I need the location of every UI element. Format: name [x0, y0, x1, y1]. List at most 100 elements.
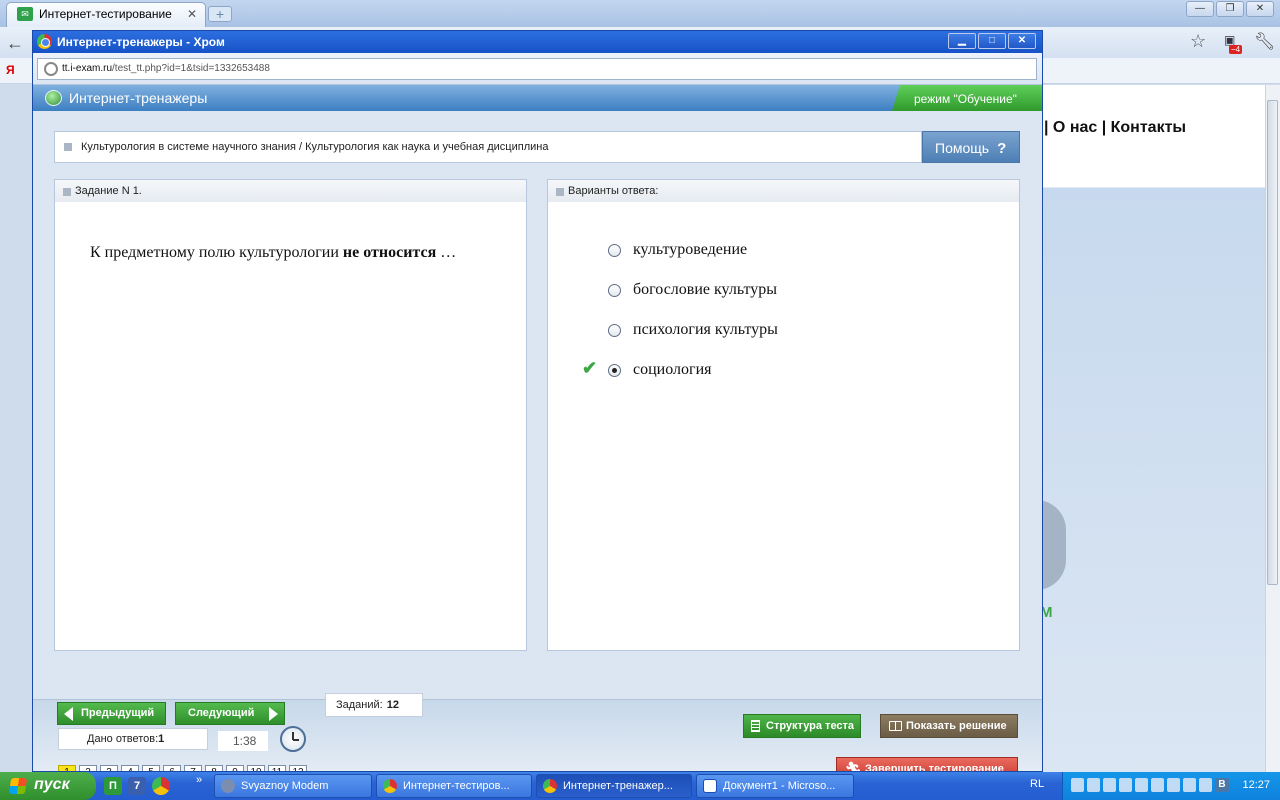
page-scrollbar-thumb[interactable] — [1267, 100, 1278, 585]
new-tab-button[interactable]: + — [208, 6, 232, 22]
task-number-pager: 1 2 3 4 5 6 7 8 9 10 11 12 — [58, 765, 307, 771]
language-indicator[interactable]: RL — [1030, 778, 1044, 790]
tasks-label: Заданий: — [336, 699, 383, 711]
task-number-6[interactable]: 6 — [163, 765, 181, 771]
tray-usb-icon[interactable] — [1167, 778, 1180, 792]
radio-button[interactable] — [608, 283, 621, 297]
tray-antivirus-icon[interactable] — [1087, 778, 1100, 792]
topic-text: Культурология в системе научного знания … — [81, 141, 549, 153]
task-number-10[interactable]: 10 — [247, 765, 265, 771]
answers-panel: Варианты ответа: культуроведение богосло… — [547, 179, 1020, 651]
start-button[interactable]: пуск — [0, 772, 96, 800]
answers-header-label: Варианты ответа: — [568, 185, 659, 197]
timer-display: 1:38 — [218, 731, 268, 751]
finish-test-button[interactable]: 🏃︎ Завершить тестирование — [836, 757, 1018, 772]
taskbar-button-chrome-testing[interactable]: Интернет-тестиров... — [376, 774, 532, 798]
tray-monitor-icon[interactable] — [1119, 778, 1132, 792]
task-number-9[interactable]: 9 — [226, 765, 244, 771]
taskbar-button-label: Svyaznoy Modem — [241, 780, 329, 792]
task-number-8[interactable]: 8 — [205, 765, 223, 771]
running-man-icon: 🏃︎ — [845, 761, 862, 772]
taskbar-button-modem[interactable]: Svyaznoy Modem — [214, 774, 372, 798]
app-title: Интернет-тренажеры — [69, 90, 208, 106]
tray-tools-icon[interactable] — [1103, 778, 1116, 792]
clock-icon — [280, 726, 306, 752]
solution-label: Показать решение — [906, 720, 1007, 732]
windows-taskbar: пуск П 7 » Svyaznoy Modem Интернет-тести… — [0, 772, 1280, 800]
help-label: Помощь — [935, 140, 990, 156]
back-arrow-icon[interactable]: ← — [6, 33, 24, 54]
help-button[interactable]: Помощь? — [922, 131, 1020, 163]
quick-launch-chrome-icon[interactable] — [152, 777, 170, 795]
url-field[interactable]: tt.i-exam.ru/test_tt.php?id=1&tsid=13326… — [37, 58, 1037, 80]
extension-badge: −4 — [1229, 45, 1243, 54]
close-icon[interactable]: ✕ — [1008, 33, 1036, 49]
system-tray: B 12:27 — [1062, 772, 1280, 800]
app-body: Культурология в системе научного знания … — [33, 111, 1042, 772]
quick-launch-p-icon[interactable]: П — [104, 777, 122, 795]
popup-browser-window: Интернет-тренажеры - Хром ▁ □ ✕ tt.i-exa… — [32, 30, 1043, 772]
answered-count: 1 — [158, 733, 165, 745]
radio-button[interactable] — [608, 323, 621, 337]
topic-breadcrumb: Культурология в системе научного знания … — [54, 131, 922, 163]
task-number-11[interactable]: 11 — [268, 765, 286, 771]
task-number-3[interactable]: 3 — [100, 765, 118, 771]
show-solution-button[interactable]: Показать решение — [880, 714, 1018, 738]
popup-window-controls: ▁ □ ✕ — [948, 33, 1036, 49]
bookmark-star-icon[interactable]: ☆ — [1190, 31, 1206, 52]
tray-volume-icon[interactable] — [1183, 778, 1196, 792]
minimize-icon[interactable]: ▁ — [948, 33, 976, 49]
tray-disk-icon[interactable] — [1199, 778, 1212, 792]
popup-titlebar[interactable]: Интернет-тренажеры - Хром ▁ □ ✕ — [33, 31, 1042, 53]
tray-connection-icon[interactable] — [1135, 778, 1148, 792]
answer-option-2[interactable]: богословие культуры — [608, 279, 777, 301]
close-icon[interactable]: ✕ — [1246, 1, 1274, 17]
taskbar-button-chrome-trainer[interactable]: Интернет-тренажер... — [536, 774, 692, 798]
radio-button[interactable] — [608, 243, 621, 257]
quick-launch-7zip-icon[interactable]: 7 — [128, 777, 146, 795]
maximize-icon[interactable]: □ — [978, 33, 1006, 49]
quick-launch-more-icon[interactable]: » — [196, 774, 202, 786]
tray-alert-icon[interactable] — [1151, 778, 1164, 792]
chrome-icon — [383, 779, 397, 793]
yandex-bookmark-icon[interactable]: Я — [6, 63, 15, 77]
word-icon — [703, 779, 717, 793]
task-number-12[interactable]: 12 — [289, 765, 307, 771]
app-header: Интернет-тренажеры режим "Обучение" — [33, 85, 1042, 111]
radio-button-selected[interactable] — [608, 363, 621, 377]
task-number-4[interactable]: 4 — [121, 765, 139, 771]
answer-option-1[interactable]: культуроведение — [608, 239, 747, 261]
tray-vk-icon[interactable]: B — [1215, 778, 1229, 792]
next-button[interactable]: Следующий — [175, 702, 285, 725]
test-structure-button[interactable]: Структура теста — [743, 714, 861, 738]
task-number-2[interactable]: 2 — [79, 765, 97, 771]
quick-launch-bar: П 7 — [104, 777, 170, 795]
page-info-icon[interactable] — [44, 62, 58, 76]
previous-label: Предыдущий — [81, 707, 155, 719]
site-nav-links[interactable]: | О нас | Контакты — [1044, 119, 1186, 137]
task-number-7[interactable]: 7 — [184, 765, 202, 771]
minimize-icon[interactable]: — — [1186, 1, 1214, 17]
answer-option-label: богословие культуры — [633, 281, 778, 298]
next-label: Следующий — [188, 707, 255, 719]
system-clock[interactable]: 12:27 — [1242, 779, 1270, 791]
structure-label: Структура теста — [766, 720, 855, 732]
answer-option-3[interactable]: психология культуры — [608, 319, 778, 341]
task-panel: Задание N 1. К предметному полю культуро… — [54, 179, 527, 651]
checkmark-icon: ✔ — [582, 358, 598, 378]
chrome-icon — [543, 779, 557, 793]
task-number-5[interactable]: 5 — [142, 765, 160, 771]
answer-option-label: психология культуры — [633, 321, 778, 338]
tasks-count: 12 — [386, 699, 399, 711]
tray-network-icon[interactable] — [1071, 778, 1084, 792]
bullet-square-icon — [556, 188, 564, 196]
task-number-1[interactable]: 1 — [58, 765, 76, 771]
taskbar-button-word[interactable]: Документ1 - Microso... — [696, 774, 854, 798]
background-tab[interactable]: ✉ Интернет-тестирование ✕ — [6, 2, 206, 27]
restore-icon[interactable]: ❐ — [1216, 1, 1244, 17]
close-tab-icon[interactable]: ✕ — [187, 7, 197, 21]
wrench-icon[interactable]: 🔧︎ — [1254, 32, 1276, 52]
task-number-label: Задание N 1. — [75, 185, 142, 197]
previous-button[interactable]: Предыдущий — [57, 702, 166, 725]
answer-option-4[interactable]: социология — [608, 359, 711, 381]
